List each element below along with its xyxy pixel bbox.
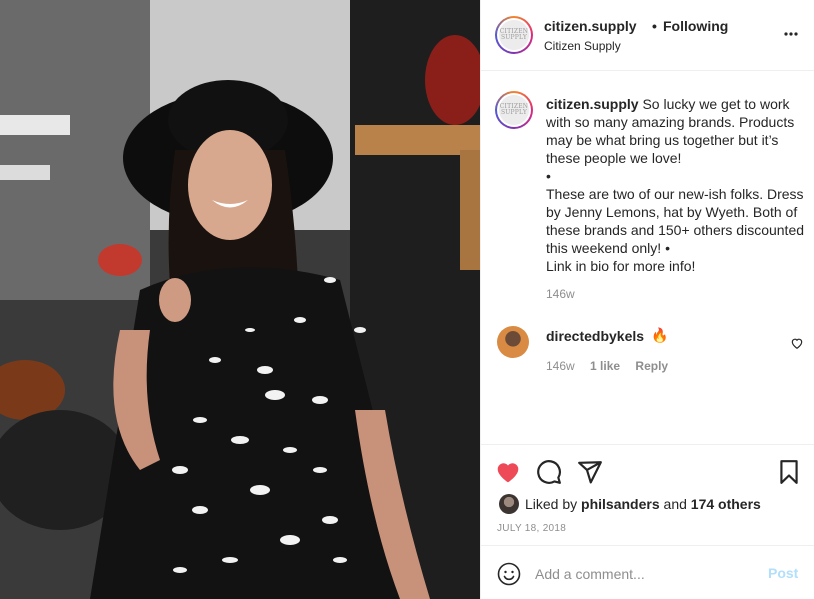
caption-username[interactable]: citizen.supply	[546, 96, 639, 112]
emoji-icon[interactable]	[497, 562, 521, 586]
caption-text: So lucky we get to work with so many ama…	[546, 96, 805, 274]
author-username[interactable]: citizen.supply	[544, 18, 637, 34]
header-separator: •	[652, 18, 657, 34]
post-sidebar: CITIZEN SUPPLY citizen.supply • Followin…	[480, 0, 814, 599]
post-button[interactable]: Post	[768, 565, 798, 581]
comment-meta: 146w 1 like Reply	[546, 359, 680, 373]
caption-timestamp[interactable]: 146w	[546, 287, 575, 301]
comment-text: 🔥	[651, 327, 669, 343]
comment-icon[interactable]	[536, 459, 562, 485]
caption-avatar-logo-text: CITIZEN SUPPLY	[499, 103, 529, 116]
comment-like-heart-icon[interactable]	[790, 336, 804, 350]
comment-reply-button[interactable]: Reply	[635, 359, 668, 373]
instagram-post-modal: CITIZEN SUPPLY citizen.supply • Followin…	[0, 0, 814, 599]
liker-avatar[interactable]	[499, 494, 519, 514]
liked-by-user[interactable]: philsanders	[581, 496, 660, 512]
following-button[interactable]: Following	[663, 18, 728, 34]
comment-likes-link[interactable]: 1 like	[590, 359, 620, 373]
liked-by-row: Liked by philsanders and 174 others	[499, 493, 761, 515]
comment-input[interactable]	[535, 560, 755, 588]
author-fullname: Citizen Supply	[544, 39, 621, 53]
liked-and: and	[663, 496, 687, 512]
avatar-logo-text: CITIZEN SUPPLY	[499, 28, 529, 41]
caption-author-avatar[interactable]: CITIZEN SUPPLY	[495, 91, 533, 129]
commenter-avatar[interactable]	[497, 326, 529, 358]
share-icon[interactable]	[577, 459, 603, 485]
more-horizontal-icon[interactable]	[783, 26, 799, 42]
photo-illustration	[0, 0, 480, 599]
post-photo[interactable]	[0, 0, 480, 599]
comment-timestamp[interactable]: 146w	[546, 359, 575, 373]
post-header: CITIZEN SUPPLY citizen.supply • Followin…	[481, 0, 814, 71]
heart-filled-icon[interactable]	[495, 459, 521, 485]
add-comment-bar: Post	[481, 545, 814, 599]
post-actions: Liked by philsanders and 174 others JULY…	[481, 444, 814, 544]
liked-by-prefix: Liked by	[525, 496, 578, 512]
liked-others-link[interactable]: 174 others	[691, 496, 761, 512]
caption-text-block: citizen.supply So lucky we get to work w…	[546, 95, 806, 275]
post-date[interactable]: JULY 18, 2018	[497, 523, 566, 534]
comment-username[interactable]: directedbykels	[546, 328, 644, 344]
bookmark-icon[interactable]	[776, 459, 802, 485]
author-avatar[interactable]: CITIZEN SUPPLY	[495, 16, 533, 54]
